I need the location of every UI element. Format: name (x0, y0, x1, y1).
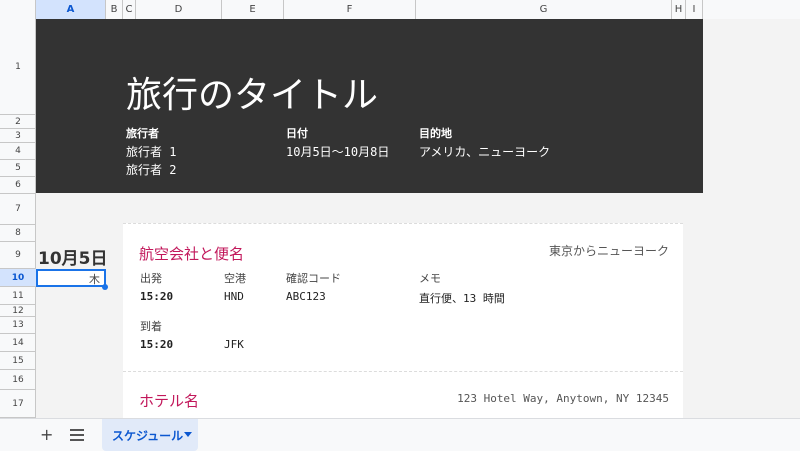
arrival-time[interactable]: 15:20 (140, 338, 173, 351)
destination-label: 目的地 (419, 127, 452, 140)
column-header-d[interactable]: D (136, 0, 222, 19)
row-header-4[interactable]: 4 (0, 143, 36, 160)
column-header-c[interactable]: C (123, 0, 136, 19)
memo-label: メモ (419, 272, 441, 285)
arrival-label: 到着 (140, 320, 162, 333)
column-header-g[interactable]: G (416, 0, 672, 19)
row-header-2[interactable]: 2 (0, 115, 36, 129)
row-header-7[interactable]: 7 (0, 194, 36, 225)
row-header-14[interactable]: 14 (0, 334, 36, 352)
row-header-12[interactable]: 12 (0, 305, 36, 317)
column-header-h[interactable]: H (672, 0, 686, 19)
travelers-label: 旅行者 (126, 127, 159, 140)
column-header-f[interactable]: F (284, 0, 416, 19)
departure-time[interactable]: 15:20 (140, 290, 173, 303)
trip-title[interactable]: 旅行のタイトル (126, 66, 378, 118)
card-divider (123, 371, 683, 372)
confirmation-label: 確認コード (286, 272, 341, 285)
flight-route[interactable]: 東京からニューヨーク (549, 242, 669, 259)
spreadsheet-grid[interactable]: A B C D E F G H I 1 2 3 4 5 6 7 8 9 10 1… (0, 0, 800, 418)
fill-handle[interactable] (102, 284, 108, 290)
row-header-5[interactable]: 5 (0, 160, 36, 177)
sheet-tabs-bar: + スケジュール (0, 418, 800, 451)
flight-memo[interactable]: 直行便、13 時間 (419, 290, 505, 306)
flight-title[interactable]: 航空会社と便名 (139, 243, 244, 264)
confirmation-code[interactable]: ABC123 (286, 290, 326, 303)
row-header-11[interactable]: 11 (0, 287, 36, 305)
traveler-2[interactable]: 旅行者 2 (126, 161, 176, 178)
hotel-title[interactable]: ホテル名 (139, 390, 199, 411)
row-header-16[interactable]: 16 (0, 370, 36, 390)
day-date[interactable]: 10月5日 (38, 244, 108, 269)
add-sheet-icon[interactable]: + (40, 427, 53, 443)
column-header-a[interactable]: A (36, 0, 106, 19)
day-weekday: 木 (89, 273, 100, 286)
column-header-b[interactable]: B (106, 0, 123, 19)
departure-label: 出発 (140, 272, 162, 285)
row-header-bar: 1 2 3 4 5 6 7 8 9 10 11 12 13 14 15 16 1… (0, 19, 36, 418)
row-header-17[interactable]: 17 (0, 390, 36, 418)
empty-columns-area (703, 19, 800, 418)
trip-dates[interactable]: 10月5日～10月8日 (286, 143, 389, 160)
airport-label: 空港 (224, 272, 246, 285)
row-header-3[interactable]: 3 (0, 129, 36, 143)
column-header-bar: A B C D E F G H I (0, 0, 800, 20)
chevron-down-icon[interactable] (184, 432, 192, 437)
dates-label: 日付 (286, 127, 308, 140)
row-header-13[interactable]: 13 (0, 317, 36, 334)
select-all-corner[interactable] (0, 0, 36, 19)
trip-destination[interactable]: アメリカ、ニューヨーク (419, 143, 550, 160)
column-header-e[interactable]: E (222, 0, 284, 19)
column-header-i[interactable]: I (686, 0, 703, 19)
traveler-1[interactable]: 旅行者 1 (126, 143, 176, 160)
row-header-6[interactable]: 6 (0, 177, 36, 194)
row-header-15[interactable]: 15 (0, 352, 36, 370)
row-header-1[interactable]: 1 (0, 19, 36, 115)
arrival-airport[interactable]: JFK (224, 338, 244, 351)
row-header-10[interactable]: 10 (0, 269, 36, 287)
departure-airport[interactable]: HND (224, 290, 244, 303)
row-header-8[interactable]: 8 (0, 225, 36, 242)
sheet-tab-label: スケジュール (112, 429, 184, 443)
sheet-tab-schedule[interactable]: スケジュール (102, 419, 198, 451)
selected-cell-a10[interactable]: 木 (36, 269, 106, 287)
all-sheets-menu-icon[interactable] (70, 429, 84, 441)
row-header-9[interactable]: 9 (0, 242, 36, 269)
hotel-address[interactable]: 123 Hotel Way, Anytown, NY 12345 (457, 392, 669, 405)
